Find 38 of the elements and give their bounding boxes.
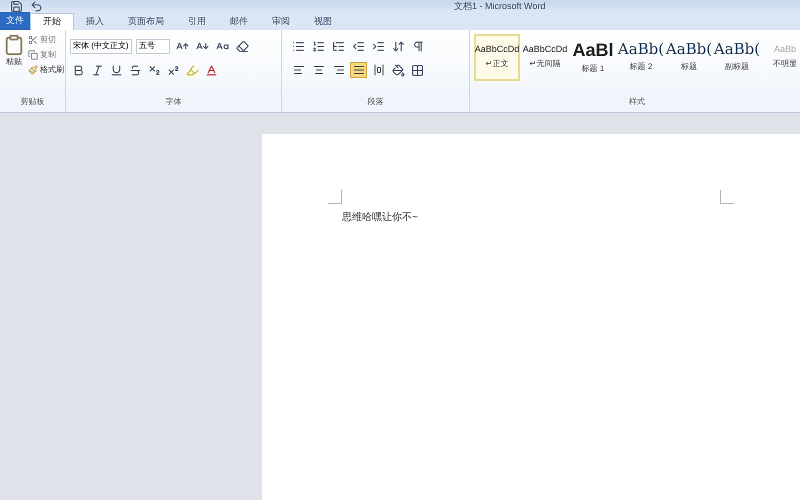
ribbon-tab[interactable]: 审阅 (260, 13, 302, 30)
scissors-icon (28, 35, 38, 45)
style-gallery-item[interactable]: AaBl 标题 1 (570, 34, 616, 81)
copy-icon (28, 50, 38, 60)
group-label: 段落 (366, 96, 384, 108)
align-justify-icon[interactable] (350, 62, 367, 78)
file-tab[interactable]: 文件 (0, 12, 30, 30)
ribbon-tab[interactable]: 邮件 (218, 13, 260, 30)
paste-button[interactable]: 粘贴 (4, 34, 24, 96)
save-icon[interactable] (8, 0, 24, 14)
style-gallery-item[interactable]: AaBbCcDd ↵无间隔 (522, 34, 568, 81)
style-gallery-item[interactable]: AaBb 不明显 (762, 34, 800, 81)
window-title: 文档1 - Microsoft Word (454, 2, 546, 10)
group-label: 剪贴板 (20, 96, 46, 108)
ribbon-tab[interactable]: 插入 (74, 13, 116, 30)
copy-button[interactable]: 复制 (28, 49, 64, 61)
ribbon-tab[interactable]: 引用 (176, 13, 218, 30)
document-text: 思维哈嘿让你不~ (342, 210, 418, 225)
paintbrush-icon (28, 65, 38, 75)
group-label: 样式 (628, 96, 646, 108)
ribbon-tab[interactable]: 页面布局 (116, 13, 176, 30)
corner-mark-icon (328, 190, 342, 204)
format-painter-button[interactable]: 格式刷 (28, 64, 64, 76)
group-label: 字体 (164, 96, 182, 108)
border-icon[interactable] (409, 62, 425, 78)
shading-icon[interactable] (390, 62, 406, 78)
style-gallery-item[interactable]: AaBb( 副标题 (714, 34, 760, 81)
cut-button[interactable]: 剪切 (28, 34, 64, 46)
font-name-field[interactable]: 宋体 (中文正文) (70, 38, 132, 54)
style-gallery-item[interactable]: AaBbCcDd ↵正文 (474, 34, 520, 81)
style-gallery-item[interactable]: AaBb( 标题 2 (618, 34, 664, 81)
ribbon-tab[interactable]: 视图 (302, 13, 344, 30)
clipboard-icon (3, 34, 25, 56)
corner-mark-icon (720, 190, 734, 204)
font-size-field[interactable]: 五号 (136, 38, 170, 54)
ribbon-tab[interactable]: 开始 (30, 13, 74, 30)
clear-format-icon[interactable] (234, 38, 250, 54)
style-gallery-item[interactable]: AaBb( 标题 (666, 34, 712, 81)
